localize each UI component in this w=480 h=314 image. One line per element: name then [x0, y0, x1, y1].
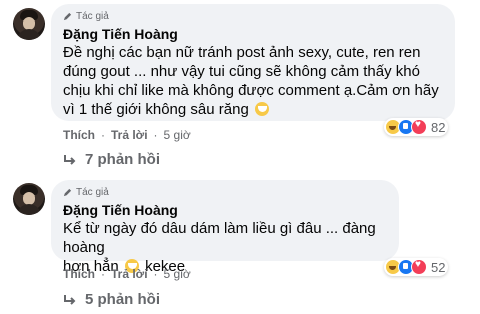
love-icon — [411, 119, 427, 135]
timestamp[interactable]: 5 giờ — [164, 266, 191, 282]
reply-button[interactable]: Trả lời — [111, 266, 148, 282]
pen-icon — [63, 12, 72, 21]
comment-bubble: Tác giả Đặng Tiến Hoàng Kể từ ngày đó dâ… — [51, 180, 399, 275]
like-button[interactable]: Thích — [63, 266, 95, 282]
comment-bubble: Tác giả Đặng Tiến Hoàng Đề nghị các bạn … — [51, 4, 455, 121]
like-button[interactable]: Thích — [63, 127, 95, 143]
comment-line-last: vì 1 thế giới không sâu răng — [63, 100, 443, 119]
love-icon — [411, 259, 427, 275]
timestamp[interactable]: 5 giờ — [164, 127, 191, 143]
comment-actions: Thích · Trả lời · 5 giờ — [63, 266, 191, 282]
author-name[interactable]: Đặng Tiến Hoàng — [63, 25, 443, 43]
reaction-count: 82 — [431, 119, 446, 135]
comment-text: Đề nghị các bạn nữ tránh post ảnh sexy, … — [63, 43, 443, 119]
author-badge-row: Tác giả — [63, 186, 387, 199]
pen-icon — [63, 188, 72, 197]
reply-arrow-icon — [64, 154, 76, 165]
reaction-count: 52 — [431, 259, 446, 275]
reaction-summary[interactable]: 82 — [384, 118, 449, 136]
reaction-summary[interactable]: 52 — [384, 258, 449, 276]
view-replies-link[interactable]: 5 phản hồi — [63, 291, 160, 308]
comment-actions: Thích · Trả lời · 5 giờ — [63, 127, 191, 143]
reply-button[interactable]: Trả lời — [111, 127, 148, 143]
comment-line: đúng gout ... như vậy tui cũng sẽ không … — [63, 63, 420, 80]
author-badge: Tác giả — [76, 10, 109, 22]
view-replies-link[interactable]: 7 phản hồi — [63, 151, 160, 168]
reply-arrow-icon — [64, 294, 76, 305]
avatar[interactable] — [13, 183, 45, 215]
author-badge-row: Tác giả — [63, 10, 443, 23]
avatar[interactable] — [13, 8, 45, 40]
replies-count[interactable]: 7 phản hồi — [85, 151, 160, 168]
replies-count[interactable]: 5 phản hồi — [85, 291, 160, 308]
comment-line: vì 1 thế giới không sâu răng — [63, 101, 249, 118]
author-badge: Tác giả — [76, 186, 109, 198]
grin-emoji-icon — [254, 102, 269, 116]
author-name[interactable]: Đặng Tiến Hoàng — [63, 201, 387, 219]
comment-line: Kể từ ngày đó dâu dám làm liều gì đâu ..… — [63, 220, 376, 256]
comment-line: Đề nghị các bạn nữ tránh post ảnh sexy, … — [63, 44, 421, 61]
comment-line: chịu khi chỉ like mà không được comment … — [63, 82, 439, 99]
